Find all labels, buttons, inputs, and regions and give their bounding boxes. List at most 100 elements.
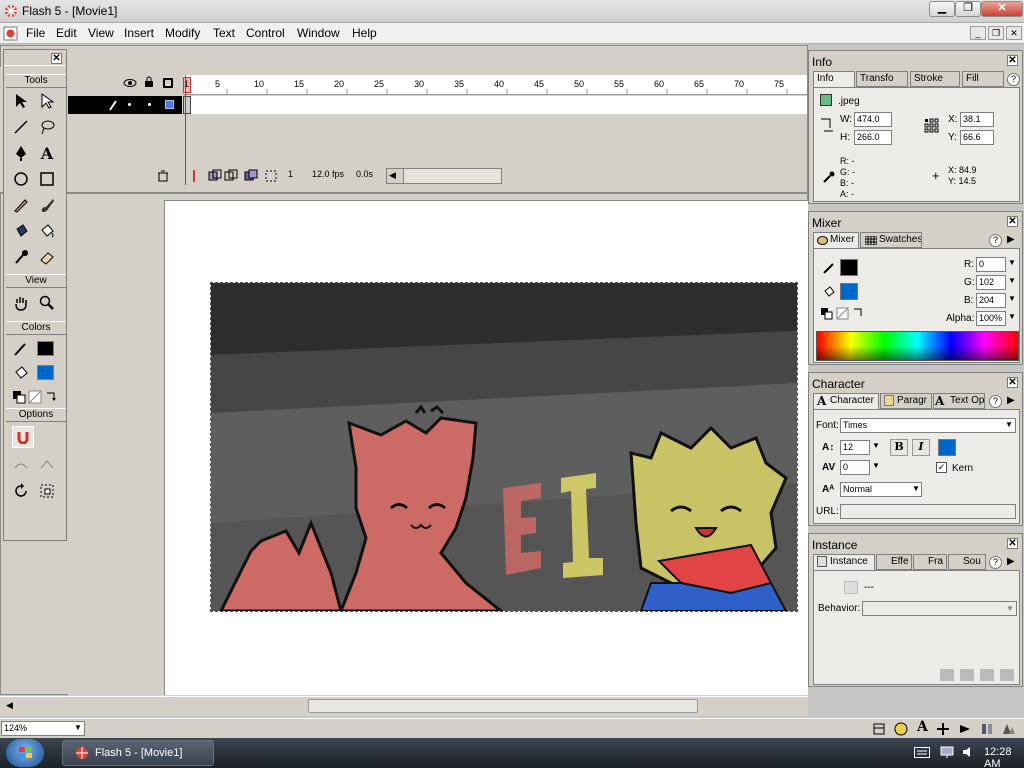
tab-sound[interactable]: Sou	[948, 554, 986, 570]
menu-edit[interactable]: Edit	[56, 26, 77, 40]
volume-tray-icon[interactable]	[962, 745, 976, 759]
pen-tool-icon[interactable]	[10, 142, 32, 164]
mixer-b-field[interactable]: 204	[976, 293, 1006, 308]
paint-bucket-tool-icon[interactable]	[36, 220, 58, 242]
launcher-movie-icon[interactable]	[958, 722, 972, 736]
zoom-dropdown-icon[interactable]: ▼	[74, 723, 82, 732]
tracking-field[interactable]: 0	[840, 460, 870, 475]
tab-info[interactable]: Info	[813, 71, 855, 87]
text-color-swatch[interactable]	[938, 439, 956, 456]
instance-close-icon[interactable]: ✕	[1007, 538, 1018, 549]
launcher-library-icon[interactable]	[980, 722, 994, 736]
launcher-sound-icon[interactable]	[894, 722, 908, 736]
text-tool-icon[interactable]: A	[36, 142, 58, 164]
url-field[interactable]	[840, 504, 1016, 519]
lock-dot[interactable]	[148, 103, 151, 106]
mixer-r-field[interactable]: 0	[976, 257, 1006, 272]
info-panel-title[interactable]: Info	[809, 51, 1022, 69]
launcher-scene-icon[interactable]	[872, 722, 886, 736]
menu-help[interactable]: Help	[352, 26, 377, 40]
frame-row[interactable]	[183, 96, 807, 114]
layer-color-box[interactable]	[165, 100, 174, 109]
scroll-left-arrow-icon[interactable]: ◀	[6, 700, 13, 711]
bold-button[interactable]: B	[890, 439, 908, 456]
width-field[interactable]: 474.0	[854, 112, 892, 127]
zoom-field[interactable]: 124%	[1, 721, 85, 736]
frame-rate[interactable]: 12.0 fps	[310, 168, 350, 183]
mixer-panel-title[interactable]: Mixer	[809, 212, 1022, 230]
font-size-dropdown-icon[interactable]: ▼	[872, 441, 880, 450]
character-panel-title[interactable]: Character	[809, 373, 1022, 391]
close-button[interactable]: ✕	[981, 1, 1023, 17]
menu-insert[interactable]: Insert	[124, 26, 154, 40]
stroke-color-swatch[interactable]	[37, 341, 54, 356]
height-field[interactable]: 266.0	[854, 130, 892, 145]
mixer-menu-icon[interactable]: ▶	[1007, 234, 1015, 245]
instance-panel-title[interactable]: Instance	[809, 534, 1022, 552]
timeline-scrollbar[interactable]: ◀	[386, 168, 502, 184]
tab-effect[interactable]: Effe	[876, 554, 912, 570]
stage-scroll-thumb[interactable]	[308, 699, 698, 713]
launcher-actions-icon[interactable]	[936, 722, 950, 736]
zoom-tool-icon[interactable]	[36, 292, 58, 314]
swap-symbol-icon[interactable]	[940, 669, 954, 681]
alpha-dropdown-icon[interactable]: ▼	[1008, 312, 1016, 321]
onion-outline-icon[interactable]	[224, 169, 238, 183]
edit-actions-icon[interactable]	[960, 669, 974, 681]
start-button[interactable]	[6, 739, 44, 767]
pencil-tool-icon[interactable]	[10, 194, 32, 216]
line-tool-icon[interactable]	[10, 116, 32, 138]
swap-colors-icon[interactable]	[40, 386, 62, 408]
edit-symbol-icon[interactable]	[1000, 669, 1014, 681]
smooth-icon[interactable]	[10, 454, 32, 476]
doc-restore-button[interactable]: ❐	[988, 26, 1004, 40]
info-close-icon[interactable]: ✕	[1007, 55, 1018, 66]
character-help-icon[interactable]: ?	[989, 395, 1002, 408]
straighten-icon[interactable]	[36, 454, 58, 476]
kern-checkbox[interactable]: ✓	[936, 462, 947, 473]
menu-control[interactable]: Control	[246, 26, 285, 40]
mixer-g-field[interactable]: 102	[976, 275, 1006, 290]
tools-close-icon[interactable]: ✕	[51, 53, 62, 64]
maximize-button[interactable]: ❐	[955, 1, 981, 17]
mixer-default-colors-icon[interactable]	[820, 307, 833, 320]
b-dropdown-icon[interactable]: ▼	[1008, 294, 1016, 303]
g-dropdown-icon[interactable]: ▼	[1008, 276, 1016, 285]
menu-modify[interactable]: Modify	[165, 26, 200, 40]
mixer-close-icon[interactable]: ✕	[1007, 216, 1018, 227]
onion-skin-icon[interactable]	[208, 169, 222, 183]
taskbar-flash-button[interactable]: Flash 5 - [Movie1]	[62, 740, 214, 766]
duplicate-symbol-icon[interactable]	[980, 669, 994, 681]
font-size-field[interactable]: 12	[840, 440, 870, 455]
alpha-field[interactable]: 100%	[976, 311, 1006, 326]
launcher-text-icon[interactable]: A	[917, 719, 928, 735]
behavior-dropdown-icon[interactable]: ▼	[1006, 604, 1014, 613]
eye-icon[interactable]	[123, 78, 137, 88]
registration-grid-icon[interactable]	[924, 118, 940, 134]
rotate-icon[interactable]	[10, 480, 32, 502]
italic-button[interactable]: I	[912, 439, 930, 456]
menu-view[interactable]: View	[88, 26, 114, 40]
keyboard-tray-icon[interactable]	[914, 747, 930, 758]
ink-bottle-tool-icon[interactable]	[10, 220, 32, 242]
character-close-icon[interactable]: ✕	[1007, 377, 1018, 388]
lock-icon[interactable]	[144, 76, 154, 88]
mixer-stroke-swatch[interactable]	[840, 259, 858, 276]
scale-icon[interactable]	[36, 480, 58, 502]
subselect-tool-icon[interactable]	[36, 90, 58, 112]
timeline-scroll-thumb[interactable]	[403, 169, 501, 183]
modify-markers-icon[interactable]	[264, 169, 278, 183]
launcher-movie-explorer-icon[interactable]	[1002, 722, 1016, 736]
info-help-icon[interactable]: ?	[1007, 73, 1020, 86]
mixer-help-icon[interactable]: ?	[989, 234, 1002, 247]
doc-close-button[interactable]: ✕	[1006, 26, 1022, 40]
baseline-select[interactable]: Normal	[840, 482, 922, 497]
instance-menu-icon[interactable]: ▶	[1007, 556, 1015, 567]
baseline-dropdown-icon[interactable]: ▼	[912, 484, 920, 493]
color-spectrum[interactable]	[816, 331, 1019, 361]
tab-fill[interactable]: Fill	[962, 71, 1004, 87]
mixer-fill-swatch[interactable]	[840, 283, 858, 300]
fill-color-swatch[interactable]	[37, 365, 54, 380]
mixer-no-color-icon[interactable]	[836, 307, 849, 320]
frame-ruler[interactable]: 1 5 10 15 20 25 30 35 40 45 50 55 60 65 …	[183, 75, 807, 95]
